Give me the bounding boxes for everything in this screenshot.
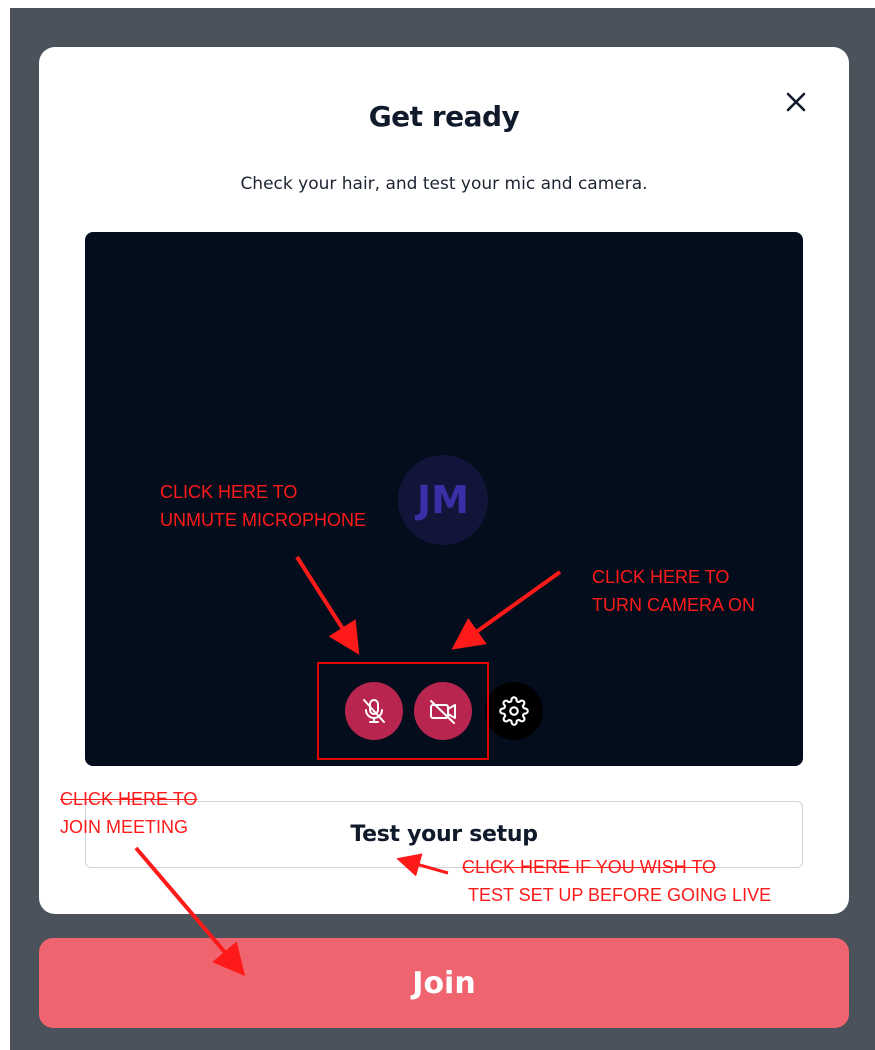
- annotation-test-line2: TEST SET UP BEFORE GOING LIVE: [468, 885, 772, 905]
- annotation-join-line2: JOIN MEETING: [60, 817, 189, 837]
- annotation-camera-line2: TURN CAMERA ON: [592, 595, 756, 615]
- annotation-camera: CLICK HERE TO TURN CAMERA ON: [592, 563, 755, 619]
- annotation-test: CLICK HERE IF YOU WISH TO TEST SET UP BE…: [462, 853, 771, 909]
- annotation-join: CLICK HERE TO JOIN MEETING: [60, 785, 197, 841]
- gear-icon: [499, 696, 529, 726]
- annotation-camera-line1: CLICK HERE TO: [592, 567, 730, 587]
- annotation-join-line1: CLICK HERE TO: [60, 789, 198, 809]
- settings-button[interactable]: [485, 682, 543, 740]
- test-setup-label: Test your setup: [350, 822, 538, 847]
- dialog-title: Get ready: [368, 100, 520, 133]
- annotation-mic-line1: CLICK HERE TO: [160, 482, 298, 502]
- annotation-mic-line2: UNMUTE MICROPHONE: [160, 510, 366, 530]
- annotation-highlight-box: [317, 662, 489, 760]
- avatar: JM: [398, 455, 488, 545]
- avatar-initials: JM: [417, 478, 469, 522]
- annotation-test-line1: CLICK HERE IF YOU WISH TO: [462, 857, 717, 877]
- join-button[interactable]: Join: [39, 938, 849, 1028]
- annotation-mic: CLICK HERE TO UNMUTE MICROPHONE: [160, 478, 366, 534]
- dialog-subtitle: Check your hair, and test your mic and c…: [240, 174, 648, 194]
- join-label: Join: [412, 965, 476, 1001]
